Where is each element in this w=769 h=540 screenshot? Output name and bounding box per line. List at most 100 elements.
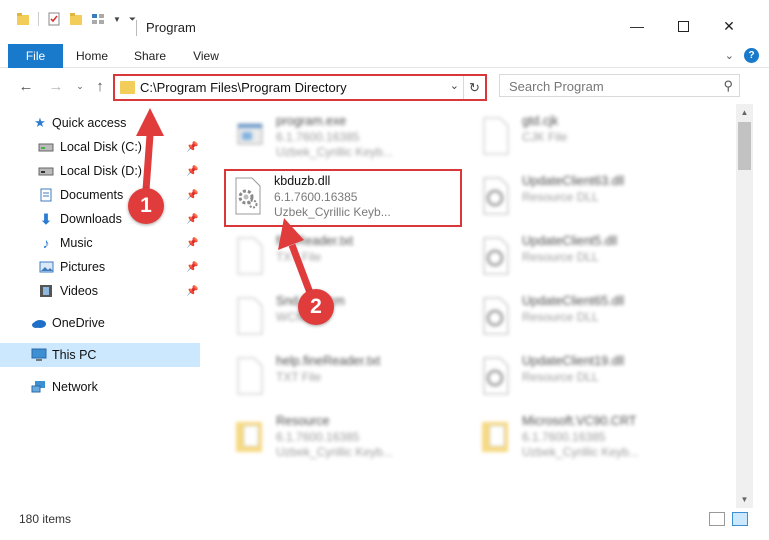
navigation-bar: ← → ⌄ ↑ C:\Program Files\Program Directo… (0, 70, 769, 102)
pin-icon[interactable]: 📌 (186, 262, 198, 273)
sidebar-item-documents[interactable]: Documents 📌 (0, 183, 200, 207)
scroll-thumb[interactable] (738, 122, 751, 170)
details-view-icon[interactable] (709, 512, 725, 526)
search-icon[interactable]: ⚲ (723, 78, 733, 94)
properties-icon[interactable] (47, 12, 61, 26)
chevron-down-icon[interactable]: ▼ (113, 15, 121, 24)
new-folder-icon[interactable] (69, 12, 83, 26)
divider (38, 12, 39, 26)
blank-file-icon (237, 297, 263, 335)
chevron-down-icon[interactable]: ⌄ (450, 79, 459, 92)
folder-icon[interactable] (16, 12, 30, 26)
pin-icon[interactable]: 📌 (186, 166, 198, 177)
address-path[interactable]: C:\Program Files\Program Directory (140, 80, 347, 95)
sidebar-item-label: OneDrive (52, 316, 105, 330)
address-bar[interactable]: C:\Program Files\Program Directory ⌄ ↻ (113, 74, 487, 101)
sidebar-item-onedrive[interactable]: OneDrive (0, 311, 200, 335)
videos-icon (38, 284, 54, 298)
list-item[interactable]: Microsoft.VC90.CRT 6.1.7600.16385 Uzbek_… (474, 410, 712, 468)
list-item[interactable]: UpdateClient5.dll Resource DLL (474, 230, 712, 288)
callout-step-1: 1 (128, 188, 164, 224)
file-version: 6.1.7600.16385 (276, 430, 360, 444)
close-icon: ✕ (723, 17, 735, 34)
expand-ribbon-icon[interactable]: ⌄ (725, 49, 734, 62)
sidebar-item-local-disk-d[interactable]: Local Disk (D:) 📌 (0, 159, 200, 183)
file-name: help.fineReader.txt (276, 354, 381, 368)
list-item[interactable]: Snd...4.wcm WCM File (228, 290, 466, 348)
sidebar-item-label: Documents (60, 188, 124, 202)
minimize-icon: — (630, 18, 644, 34)
pin-icon[interactable]: 📌 (186, 190, 198, 201)
sidebar-item-downloads[interactable]: ⬇ Downloads 📌 (0, 207, 200, 231)
sidebar-item-videos[interactable]: Videos 📌 (0, 279, 200, 303)
file-version: 6.1.7600.16385 (522, 430, 606, 444)
file-version: 6.1.7600.16385 (276, 130, 360, 144)
sidebar-item-label: Local Disk (D:) (60, 164, 142, 178)
sidebar-item-label: Downloads (60, 212, 122, 226)
file-type: TXT File (276, 370, 322, 384)
sidebar-item-local-disk-c[interactable]: Local Disk (C:) 📌 (0, 135, 200, 159)
quick-access-toolbar: ▼ ⏷ (16, 12, 136, 26)
blank-file-icon (483, 117, 509, 155)
list-item[interactable]: help.fineReader.txt TXT File (228, 350, 466, 408)
tab-view[interactable]: View (183, 44, 229, 68)
back-button[interactable]: ← (16, 76, 36, 96)
search-input[interactable]: Search Program ⚲ (499, 74, 740, 97)
view-options-icon[interactable] (91, 12, 105, 26)
list-item[interactable]: fineReader.txt TXT File (228, 230, 466, 288)
maximize-button[interactable] (660, 12, 706, 40)
sidebar-item-label: Local Disk (C:) (60, 140, 142, 154)
list-item[interactable]: UpdateClient63.dll Resource DLL (474, 170, 712, 228)
file-description: Uzbek_Cyrillic Keyb... (522, 445, 639, 459)
list-item[interactable]: UpdateClient19.dll Resource DLL (474, 350, 712, 408)
exe-icon (237, 123, 263, 145)
pin-icon[interactable]: 📌 (186, 238, 198, 249)
cloud-icon (31, 316, 47, 330)
vertical-scrollbar[interactable]: ▲ ▼ (736, 104, 753, 508)
sidebar-item-music[interactable]: ♪ Music 📌 (0, 231, 200, 255)
minimize-button[interactable]: — (614, 12, 660, 40)
refresh-icon: ↻ (469, 79, 480, 95)
pin-icon[interactable]: 📌 (186, 214, 198, 225)
sidebar-item-network[interactable]: Network (0, 375, 200, 399)
sidebar-item-this-pc[interactable]: This PC (0, 343, 200, 367)
scroll-up-icon[interactable]: ▲ (736, 104, 753, 121)
pin-icon[interactable]: 📌 (186, 286, 198, 297)
ribbon-controls: ⌄ ? (725, 48, 759, 63)
dll-gear-icon (483, 297, 509, 335)
documents-icon (38, 188, 54, 202)
search-placeholder: Search Program (509, 79, 604, 94)
list-item[interactable]: UpdateClient65.dll Resource DLL (474, 290, 712, 348)
dll-gear-icon (483, 177, 509, 215)
chevron-down-icon: ⌄ (76, 80, 84, 91)
sidebar-item-label: Pictures (60, 260, 106, 274)
recent-locations-button[interactable]: ⌄ (70, 76, 90, 96)
refresh-button[interactable]: ↻ (463, 76, 485, 99)
file-name: UpdateClient63.dll (522, 174, 625, 188)
close-button[interactable]: ✕ (706, 12, 752, 40)
file-name: program.exe (276, 114, 347, 128)
tab-home[interactable]: Home (69, 44, 115, 68)
navigation-pane: ★ Quick access Local Disk (C:) 📌 Local D… (0, 104, 205, 504)
list-item[interactable]: gtd.cjk CJK File (474, 110, 712, 168)
list-item[interactable]: Resource 6.1.7600.16385 Uzbek_Cyrillic K… (228, 410, 466, 468)
sidebar-item-quick-access[interactable]: ★ Quick access (0, 111, 200, 135)
folder-icon (120, 81, 135, 94)
help-icon[interactable]: ? (744, 48, 759, 63)
tab-share[interactable]: Share (127, 44, 173, 68)
pin-icon[interactable]: 📌 (186, 142, 198, 153)
list-item[interactable]: program.exe 6.1.7600.16385 Uzbek_Cyrilli… (228, 110, 466, 168)
text-file-icon (237, 357, 263, 395)
forward-button[interactable]: → (46, 76, 66, 96)
large-icons-view-icon[interactable] (732, 512, 748, 526)
file-name: Resource (276, 414, 330, 428)
tab-file[interactable]: File (8, 44, 63, 68)
sidebar-item-pictures[interactable]: Pictures 📌 (0, 255, 200, 279)
back-arrow-icon: ← (18, 77, 34, 95)
file-name: UpdateClient65.dll (522, 294, 625, 308)
title-bar: ▼ ⏷ Program — ✕ (0, 0, 769, 40)
up-arrow-icon: ↑ (96, 77, 104, 95)
file-name: Microsoft.VC90.CRT (522, 414, 637, 428)
up-button[interactable]: ↑ (90, 76, 110, 96)
file-type: Resource DLL (522, 310, 599, 324)
